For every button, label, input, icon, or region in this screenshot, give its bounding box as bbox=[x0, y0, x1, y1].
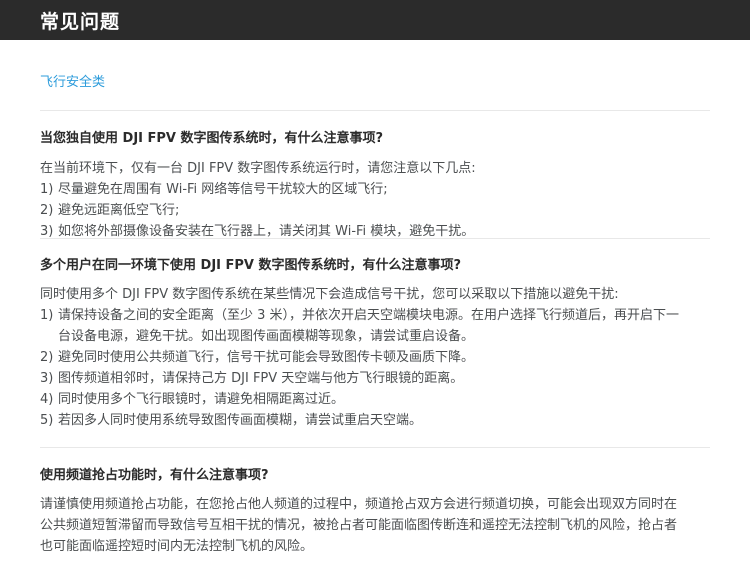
list-item: 2) 避免远距离低空飞行; bbox=[40, 200, 680, 221]
faq-item: 多个用户在同一环境下使用 DJI FPV 数字图传系统时，有什么注意事项? 同时… bbox=[40, 239, 710, 448]
list-item-number: 3) bbox=[40, 371, 54, 386]
list-item: 4) 同时使用多个飞行眼镜时，请避免相隔距离过近。 bbox=[40, 389, 680, 410]
page-header: 常见问题 bbox=[0, 0, 750, 40]
list-item: 1) 请保持设备之间的安全距离（至少 3 米），并依次开启天空端模块电源。在用户… bbox=[40, 305, 680, 347]
list-item-number: 5) bbox=[40, 413, 54, 428]
list-item: 3) 图传频道相邻时，请保持己方 DJI FPV 天空端与他方飞行眼镜的距离。 bbox=[40, 368, 680, 389]
faq-answer: 请谨慎使用频道抢占功能，在您抢占他人频道的过程中，频道抢占双方会进行频道切换，可… bbox=[40, 494, 680, 557]
list-item-text: 同时使用多个飞行眼镜时，请避免相隔距离过近。 bbox=[58, 392, 345, 407]
list-item-text: 请保持设备之间的安全距离（至少 3 米），并依次开启天空端模块电源。在用户选择飞… bbox=[58, 308, 680, 344]
list-item-number: 2) bbox=[40, 350, 54, 365]
faq-answer: 同时使用多个 DJI FPV 数字图传系统在某些情况下会造成信号干扰，您可以采取… bbox=[40, 284, 680, 431]
faq-answer-intro: 在当前环境下，仅有一台 DJI FPV 数字图传系统运行时，请您注意以下几点: bbox=[40, 161, 476, 176]
list-item-number: 3) bbox=[40, 224, 54, 239]
page-title: 常见问题 bbox=[40, 10, 121, 33]
list-item-text: 避免远距离低空飞行; bbox=[58, 203, 180, 218]
list-item-text: 若因多人同时使用系统导致图传画面模糊，请尝试重启天空端。 bbox=[58, 413, 423, 428]
faq-item: 使用频道抢占功能时，有什么注意事项? 请谨慎使用频道抢占功能，在您抢占他人频道的… bbox=[40, 448, 710, 557]
list-item: 2) 避免同时使用公共频道飞行，信号干扰可能会导致图传卡顿及画质下降。 bbox=[40, 347, 680, 368]
list-item-number: 2) bbox=[40, 203, 54, 218]
faq-answer: 在当前环境下，仅有一台 DJI FPV 数字图传系统运行时，请您注意以下几点: … bbox=[40, 158, 680, 242]
list-item-number: 1) bbox=[40, 308, 54, 323]
list-item-text: 避免同时使用公共频道飞行，信号干扰可能会导致图传卡顿及画质下降。 bbox=[58, 350, 475, 365]
faq-answer-text: 请谨慎使用频道抢占功能，在您抢占他人频道的过程中，频道抢占双方会进行频道切换，可… bbox=[40, 497, 678, 554]
faq-item: 当您独自使用 DJI FPV 数字图传系统时，有什么注意事项? 在当前环境下，仅… bbox=[40, 111, 710, 239]
faq-question: 多个用户在同一环境下使用 DJI FPV 数字图传系统时，有什么注意事项? bbox=[40, 258, 462, 273]
list-item: 3) 如您将外部摄像设备安装在飞行器上，请关闭其 Wi-Fi 模块，避免干扰。 bbox=[40, 221, 680, 242]
faq-question: 当您独自使用 DJI FPV 数字图传系统时，有什么注意事项? bbox=[40, 131, 384, 146]
faq-question: 使用频道抢占功能时，有什么注意事项? bbox=[40, 468, 269, 483]
category-link-flight-safety[interactable]: 飞行安全类 bbox=[40, 40, 710, 111]
faq-answer-intro: 同时使用多个 DJI FPV 数字图传系统在某些情况下会造成信号干扰，您可以采取… bbox=[40, 287, 619, 302]
list-item: 1) 尽量避免在周围有 Wi-Fi 网络等信号干扰较大的区域飞行; bbox=[40, 179, 680, 200]
list-item-text: 尽量避免在周围有 Wi-Fi 网络等信号干扰较大的区域飞行; bbox=[58, 182, 388, 197]
list-item-number: 1) bbox=[40, 182, 54, 197]
faq-content: 飞行安全类 当您独自使用 DJI FPV 数字图传系统时，有什么注意事项? 在当… bbox=[0, 40, 710, 557]
list-item-text: 图传频道相邻时，请保持己方 DJI FPV 天空端与他方飞行眼镜的距离。 bbox=[58, 371, 464, 386]
list-item-text: 如您将外部摄像设备安装在飞行器上，请关闭其 Wi-Fi 模块，避免干扰。 bbox=[58, 224, 475, 239]
list-item: 5) 若因多人同时使用系统导致图传画面模糊，请尝试重启天空端。 bbox=[40, 410, 680, 431]
list-item-number: 4) bbox=[40, 392, 54, 407]
